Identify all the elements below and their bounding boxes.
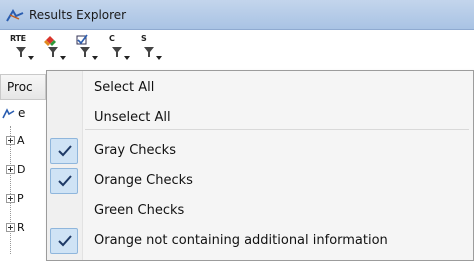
- expand-icon[interactable]: [6, 223, 15, 232]
- menu-item-green-checks[interactable]: Green Checks: [47, 196, 473, 226]
- expand-icon[interactable]: [6, 136, 15, 145]
- tree-connector: [10, 126, 11, 254]
- menu-item-gray-checks[interactable]: Gray Checks: [47, 136, 473, 166]
- menu-item-orange-not-containing-additional-information[interactable]: Orange not containing additional informa…: [47, 226, 473, 256]
- procedure-column-header[interactable]: Proc: [0, 74, 46, 100]
- checkbox-filter-button[interactable]: [74, 34, 100, 62]
- results-root-icon: [2, 108, 15, 119]
- filter-funnel-icon: [144, 47, 162, 60]
- filter-funnel-icon: [112, 47, 130, 60]
- title-bar: Results Explorer: [0, 0, 474, 30]
- window-title: Results Explorer: [29, 8, 127, 22]
- c-filter-button[interactable]: C: [106, 34, 132, 62]
- tree-root-label: e: [18, 106, 26, 120]
- rte-filter-button[interactable]: RTE: [10, 34, 36, 62]
- checkmark-icon: [58, 145, 72, 157]
- menu-item-label: Green Checks: [94, 203, 185, 218]
- menu-item-label: Unselect All: [94, 110, 171, 125]
- color-diamond-filter-icon: [44, 36, 66, 60]
- tree-item-label: A: [17, 134, 25, 147]
- checked-indicator: [50, 138, 78, 164]
- expand-icon[interactable]: [6, 165, 15, 174]
- menu-item-orange-checks[interactable]: Orange Checks: [47, 166, 473, 196]
- checkmark-icon: [58, 175, 72, 187]
- checked-indicator: [50, 228, 78, 254]
- filter-dropdown-menu: Select All Unselect All Gray Checks Oran…: [46, 70, 474, 261]
- menu-item-label: Gray Checks: [94, 143, 176, 158]
- menu-item-label: Orange not containing additional informa…: [94, 233, 388, 248]
- menu-item-select-all[interactable]: Select All: [47, 73, 473, 103]
- menu-separator: [85, 129, 469, 130]
- results-explorer-icon: [5, 8, 25, 22]
- filter-funnel-icon: [16, 47, 34, 60]
- menu-item-label: Select All: [94, 80, 155, 95]
- tree-item-label: R: [17, 221, 25, 234]
- tree-item-label: P: [17, 192, 24, 205]
- tree-item-label: D: [17, 163, 26, 176]
- checkbox-filter-icon: [76, 34, 98, 60]
- expand-icon[interactable]: [6, 194, 15, 203]
- color-filter-button[interactable]: [42, 34, 68, 62]
- checkmark-icon: [58, 235, 72, 247]
- checked-indicator: [50, 168, 78, 194]
- s-filter-button[interactable]: S: [138, 34, 164, 62]
- toolbar: RTE C S: [0, 30, 474, 68]
- menu-item-label: Orange Checks: [94, 173, 193, 188]
